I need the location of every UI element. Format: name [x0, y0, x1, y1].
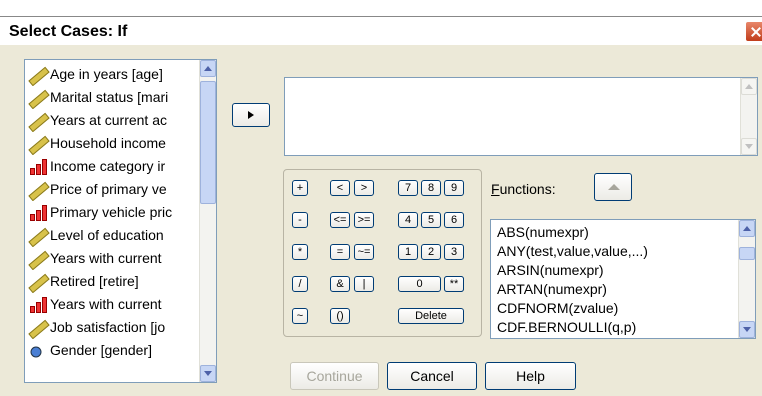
key-or[interactable]: | [354, 276, 374, 292]
variable-label: Marital status [mari [50, 89, 169, 105]
key-multiply[interactable]: * [292, 244, 308, 260]
function-list-item[interactable]: ABS(numexpr) [497, 224, 589, 240]
functions-list-scrollbar[interactable] [738, 220, 755, 338]
variable-list-item[interactable]: Years with current [25, 248, 195, 270]
calculator-keypad: +<>789-<=>=456*=~=123/&|0.**~()Delete [283, 169, 482, 337]
scale-ruler-icon [29, 273, 47, 291]
key-less-than[interactable]: < [330, 180, 350, 196]
variable-label: Income category ir [50, 158, 166, 174]
scale-ruler-icon [29, 89, 47, 107]
key-9[interactable]: 9 [444, 180, 464, 196]
scroll-down-button[interactable] [200, 365, 216, 382]
variable-label: Years at current ac [50, 112, 167, 128]
scroll-thumb[interactable] [200, 81, 216, 204]
functions-scroll-down-button[interactable] [739, 321, 755, 338]
continue-button[interactable]: Continue [290, 362, 379, 390]
variable-list-item[interactable]: Years with current [25, 294, 195, 316]
scale-ruler-icon [29, 319, 47, 337]
key-3[interactable]: 3 [444, 244, 464, 260]
variable-label: Retired [retire] [50, 273, 139, 289]
variable-label: Years with current [50, 296, 162, 312]
scale-ruler-icon [29, 181, 47, 199]
nominal-circles-icon [29, 342, 47, 360]
function-list-item[interactable]: ARSIN(numexpr) [497, 262, 604, 278]
key-minus[interactable]: - [292, 212, 308, 228]
key-parentheses[interactable]: () [330, 308, 350, 324]
scroll-up-button[interactable] [200, 60, 216, 77]
key-1[interactable]: 1 [398, 244, 418, 260]
function-list-item[interactable]: ARTAN(numexpr) [497, 281, 607, 297]
functions-scroll-thumb[interactable] [739, 247, 755, 260]
key-divide[interactable]: / [292, 276, 308, 292]
variable-list-item[interactable]: Age in years [age] [25, 64, 195, 86]
function-list-item[interactable]: CDFNORM(zvalue) [497, 300, 618, 316]
cancel-button[interactable]: Cancel [387, 362, 477, 390]
ordinal-bars-icon [29, 296, 47, 314]
variable-list-item[interactable]: Years at current ac [25, 110, 195, 132]
variable-list-scrollbar[interactable] [199, 60, 216, 382]
variable-list-item[interactable]: Price of primary ve [25, 179, 195, 201]
key-and[interactable]: & [330, 276, 350, 292]
title-bar: Select Cases: If [0, 17, 762, 45]
scale-ruler-icon [29, 227, 47, 245]
key-greater-than[interactable]: > [354, 180, 374, 196]
expression-textarea[interactable] [284, 77, 758, 156]
variable-list-item[interactable]: Gender [gender] [25, 340, 195, 362]
variable-label: Gender [gender] [50, 342, 152, 358]
function-list-item[interactable]: CDF.BERNOULLI(q,p) [497, 319, 636, 335]
variable-label: Price of primary ve [50, 181, 167, 197]
key-7[interactable]: 7 [398, 180, 418, 196]
key-8[interactable]: 8 [421, 180, 441, 196]
window-title: Select Cases: If [9, 23, 128, 40]
key-power[interactable]: ** [444, 276, 464, 292]
variable-list-item[interactable]: Income category ir [25, 156, 195, 178]
ordinal-bars-icon [29, 204, 47, 222]
key-4[interactable]: 4 [398, 212, 418, 228]
key-equals[interactable]: = [330, 244, 350, 260]
functions-scroll-up-button[interactable] [739, 220, 755, 237]
variable-label: Household income [50, 135, 166, 151]
functions-label: Functions: [491, 181, 556, 197]
variable-list[interactable]: Age in years [age] Marital status [mari Ye… [24, 59, 217, 383]
function-list-item[interactable]: ANY(test,value,value,...) [497, 243, 648, 259]
scale-ruler-icon [29, 135, 47, 153]
variable-label: Job satisfaction [jo [50, 319, 166, 335]
variable-list-item[interactable]: Level of education [25, 225, 195, 247]
key-delete[interactable]: Delete [398, 308, 464, 324]
key-plus[interactable]: + [292, 180, 308, 196]
key-5[interactable]: 5 [421, 212, 441, 228]
variable-list-item[interactable]: Primary vehicle pric [25, 202, 195, 224]
variable-list-item[interactable]: Retired [retire] [25, 271, 195, 293]
key-6[interactable]: 6 [444, 212, 464, 228]
help-button[interactable]: Help [485, 362, 576, 390]
variable-label: Age in years [age] [50, 66, 163, 82]
variable-label: Years with current [50, 250, 162, 266]
move-to-expression-button[interactable] [232, 103, 270, 127]
dialog-window: Select Cases: If Age in years [age] Marit… [0, 16, 762, 396]
key-2[interactable]: 2 [421, 244, 441, 260]
variable-list-item[interactable]: Marital status [mari [25, 87, 195, 109]
key-greater-equal[interactable]: >= [354, 212, 374, 228]
insert-function-button[interactable] [594, 173, 632, 201]
scale-ruler-icon [29, 66, 47, 84]
close-icon[interactable] [745, 21, 762, 42]
scale-ruler-icon [29, 250, 47, 268]
key-0[interactable]: 0 [398, 276, 441, 292]
variable-label: Primary vehicle pric [50, 204, 173, 220]
ordinal-bars-icon [29, 158, 47, 176]
functions-list[interactable]: ABS(numexpr) ANY(test,value,value,...) ARS… [490, 219, 756, 339]
variable-list-item[interactable]: Household income [25, 133, 195, 155]
variable-label: Level of education [50, 227, 164, 243]
variable-list-item[interactable]: Job satisfaction [jo [25, 317, 195, 339]
scale-ruler-icon [29, 112, 47, 130]
key-less-equal[interactable]: <= [330, 212, 350, 228]
expression-scroll-up-button[interactable] [741, 78, 757, 95]
key-not[interactable]: ~ [292, 308, 308, 324]
expression-scrollbar[interactable] [740, 78, 757, 155]
expression-scroll-down-button[interactable] [741, 138, 757, 155]
key-not-equal[interactable]: ~= [354, 244, 374, 260]
